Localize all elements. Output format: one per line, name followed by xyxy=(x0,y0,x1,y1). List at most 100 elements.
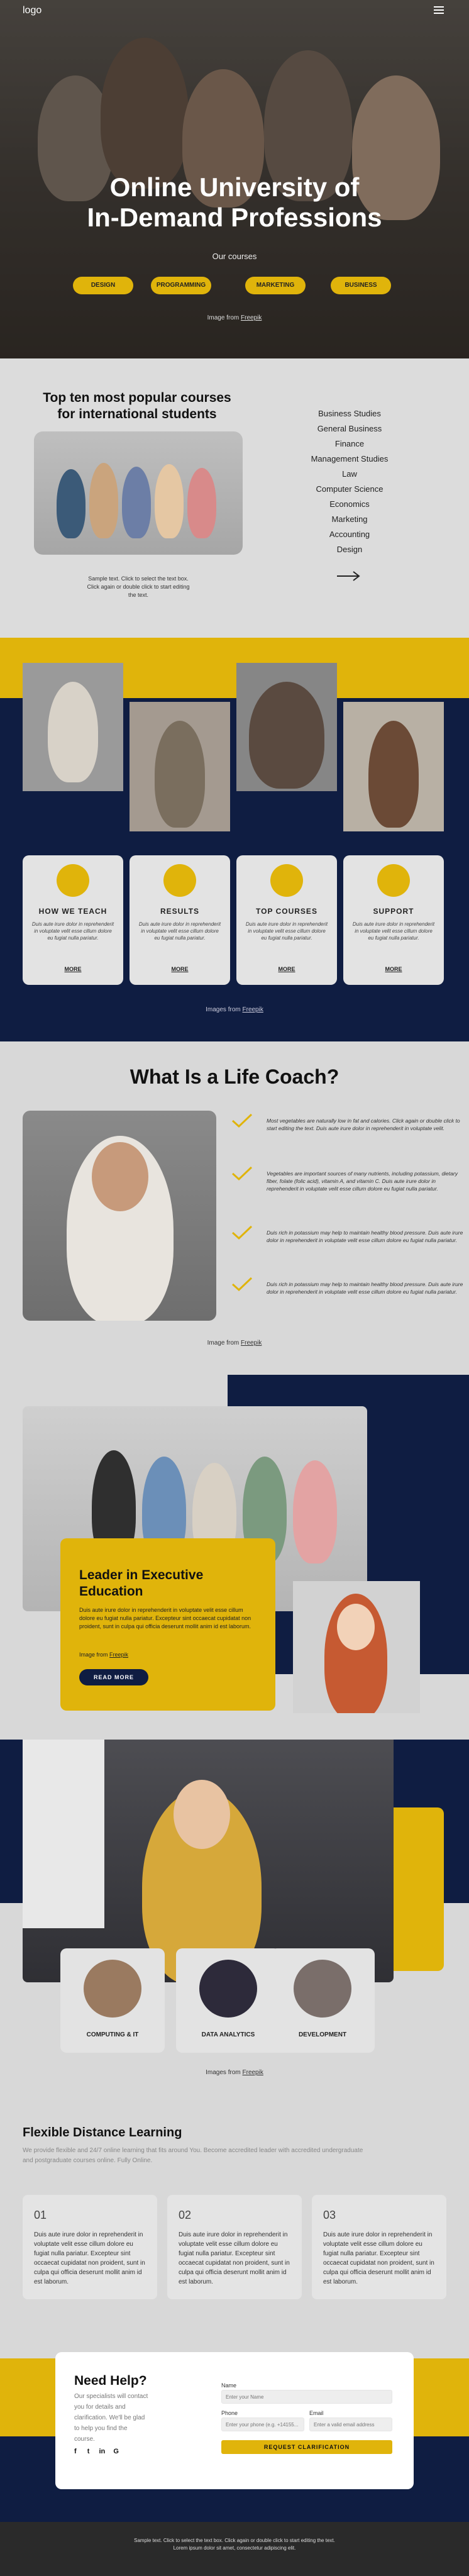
social-icons: f t in G xyxy=(74,2448,150,2458)
site-logo[interactable]: logo xyxy=(23,5,41,16)
category-label: DEVELOPMENT xyxy=(298,2031,347,2038)
email-label: Email xyxy=(309,2410,324,2416)
hero-title-line: Online University of xyxy=(109,172,360,202)
distance-intro: We provide flexible and 24/7 online lear… xyxy=(23,2147,363,2164)
feature-photo xyxy=(23,663,123,791)
check-icon xyxy=(231,1166,253,1181)
course-item[interactable]: Computer Science xyxy=(287,484,412,494)
course-item[interactable]: General Business xyxy=(287,424,412,433)
life-coach-credit: Image from Freepik xyxy=(0,1340,469,1346)
course-item[interactable]: Accounting xyxy=(287,530,412,539)
phone-label: Phone xyxy=(221,2410,238,2416)
feature-photo xyxy=(236,663,337,791)
features-credit: Images from Freepik xyxy=(0,1006,469,1013)
credit-link[interactable]: Freepik xyxy=(243,1006,263,1013)
course-item[interactable]: Management Studies xyxy=(287,454,412,464)
caption-line: the text. xyxy=(128,592,149,598)
course-item[interactable]: Finance xyxy=(287,439,412,448)
title-line: Leader in Executive xyxy=(79,1568,204,1582)
feature-card-title: RESULTS xyxy=(160,907,200,916)
facebook-icon[interactable]: f xyxy=(74,2448,77,2455)
credit-prefix: Images from xyxy=(206,2069,243,2076)
courses-icon xyxy=(270,864,303,897)
phone-field[interactable] xyxy=(221,2418,304,2431)
pill-business[interactable]: BUSINESS xyxy=(331,277,391,294)
credit-prefix: Images from xyxy=(206,1006,243,1013)
top-courses-title: Top ten most popular courses for interna… xyxy=(30,390,244,423)
hero-credit: Image from Freepik xyxy=(0,314,469,321)
arrow-right-icon[interactable] xyxy=(336,570,361,582)
read-more-button[interactable]: READ MORE xyxy=(79,1669,148,1685)
feature-card-text: Duis aute irure dolor in reprehenderit i… xyxy=(138,921,221,941)
instagram-icon[interactable]: in xyxy=(99,2448,105,2455)
category-card-data-analytics[interactable]: DATA ANALYTICS xyxy=(176,1948,280,2053)
students-image xyxy=(34,431,243,555)
life-coach-item: Duis rich in potassium may help to maint… xyxy=(267,1230,463,1243)
leader-portrait xyxy=(293,1581,420,1713)
caption-line: Click again or double click to start edi… xyxy=(87,584,190,590)
results-icon xyxy=(163,864,196,897)
distance-card: 03 Duis aute irure dolor in reprehenderi… xyxy=(312,2195,446,2299)
menu-icon[interactable] xyxy=(434,6,444,14)
card-number: 01 xyxy=(34,2209,47,2221)
card-number: 02 xyxy=(179,2209,192,2221)
leader-credit: Image from Freepik xyxy=(79,1652,128,1658)
twitter-icon[interactable]: t xyxy=(87,2448,90,2455)
hero-title-line: In-Demand Professions xyxy=(87,203,382,232)
footer-text: Sample text. Click to select the text bo… xyxy=(0,2537,469,2552)
credit-link[interactable]: Freepik xyxy=(241,1340,262,1346)
google-icon[interactable]: G xyxy=(113,2448,119,2455)
top-courses-caption: Sample text. Click to select the text bo… xyxy=(77,575,200,599)
more-link[interactable]: MORE xyxy=(130,966,230,972)
help-text: Our specialists will contact you for det… xyxy=(74,2393,148,2443)
email-field[interactable] xyxy=(309,2418,392,2431)
computing-icon xyxy=(84,1960,141,2018)
course-item[interactable]: Marketing xyxy=(287,514,412,524)
category-card-computing[interactable]: COMPUTING & IT xyxy=(60,1948,165,2053)
distance-title: Flexible Distance Learning xyxy=(23,2126,182,2140)
card-text: Duis aute irure dolor in reprehenderit i… xyxy=(323,2231,434,2285)
course-item[interactable]: Economics xyxy=(287,499,412,509)
category-label: DATA ANALYTICS xyxy=(201,2031,255,2038)
hero-title: Online University of In-Demand Professio… xyxy=(0,172,469,233)
course-item[interactable]: Law xyxy=(287,469,412,479)
more-link[interactable]: MORE xyxy=(236,966,337,972)
distance-card: 01 Duis aute irure dolor in reprehenderi… xyxy=(23,2195,157,2299)
credit-prefix: Image from xyxy=(207,314,241,321)
feature-card-title: TOP COURSES xyxy=(256,907,317,916)
card-text: Duis aute irure dolor in reprehenderit i… xyxy=(179,2231,290,2285)
leader-text: Duis aute irure dolor in reprehenderit i… xyxy=(79,1607,251,1629)
life-coach-item: Vegetables are important sources of many… xyxy=(267,1170,458,1192)
pill-design[interactable]: DESIGN xyxy=(73,277,133,294)
check-icon xyxy=(231,1277,253,1292)
check-icon xyxy=(231,1113,253,1128)
more-link[interactable]: MORE xyxy=(23,966,123,972)
credit-link[interactable]: Freepik xyxy=(241,314,262,321)
course-item[interactable]: Business Studies xyxy=(287,409,412,418)
categories-credit: Images from Freepik xyxy=(0,2069,469,2076)
feature-card-text: Duis aute irure dolor in reprehenderit i… xyxy=(31,921,114,941)
card-text: Duis aute irure dolor in reprehenderit i… xyxy=(34,2231,145,2285)
request-clarification-button[interactable]: REQUEST CLARIFICATION xyxy=(221,2440,392,2454)
course-item[interactable]: Design xyxy=(287,545,412,554)
credit-link[interactable]: Freepik xyxy=(243,2069,263,2076)
feature-photo xyxy=(343,702,444,831)
feature-card-title: SUPPORT xyxy=(373,907,414,916)
credit-link[interactable]: Freepik xyxy=(109,1652,128,1658)
pill-marketing[interactable]: MARKETING xyxy=(245,277,306,294)
caption-line: Sample text. Click to select the text bo… xyxy=(88,575,189,582)
category-card-development[interactable]: DEVELOPMENT xyxy=(270,1948,375,2053)
analytics-icon xyxy=(199,1960,257,2018)
feature-card-text: Duis aute irure dolor in reprehenderit i… xyxy=(352,921,435,941)
life-coach-item: Duis rich in potassium may help to maint… xyxy=(267,1281,463,1295)
life-coach-item: Most vegetables are naturally low in fat… xyxy=(267,1118,460,1131)
name-field[interactable] xyxy=(221,2390,392,2404)
feature-card-text: Duis aute irure dolor in reprehenderit i… xyxy=(245,921,328,941)
distance-card: 02 Duis aute irure dolor in reprehenderi… xyxy=(167,2195,302,2299)
feature-photo xyxy=(130,702,230,831)
more-link[interactable]: MORE xyxy=(343,966,444,972)
life-coach-image xyxy=(23,1111,216,1321)
pill-programming[interactable]: PROGRAMMING xyxy=(151,277,211,294)
feature-card-results: RESULTS Duis aute irure dolor in reprehe… xyxy=(130,855,230,985)
feature-card-top-courses: TOP COURSES Duis aute irure dolor in rep… xyxy=(236,855,337,985)
